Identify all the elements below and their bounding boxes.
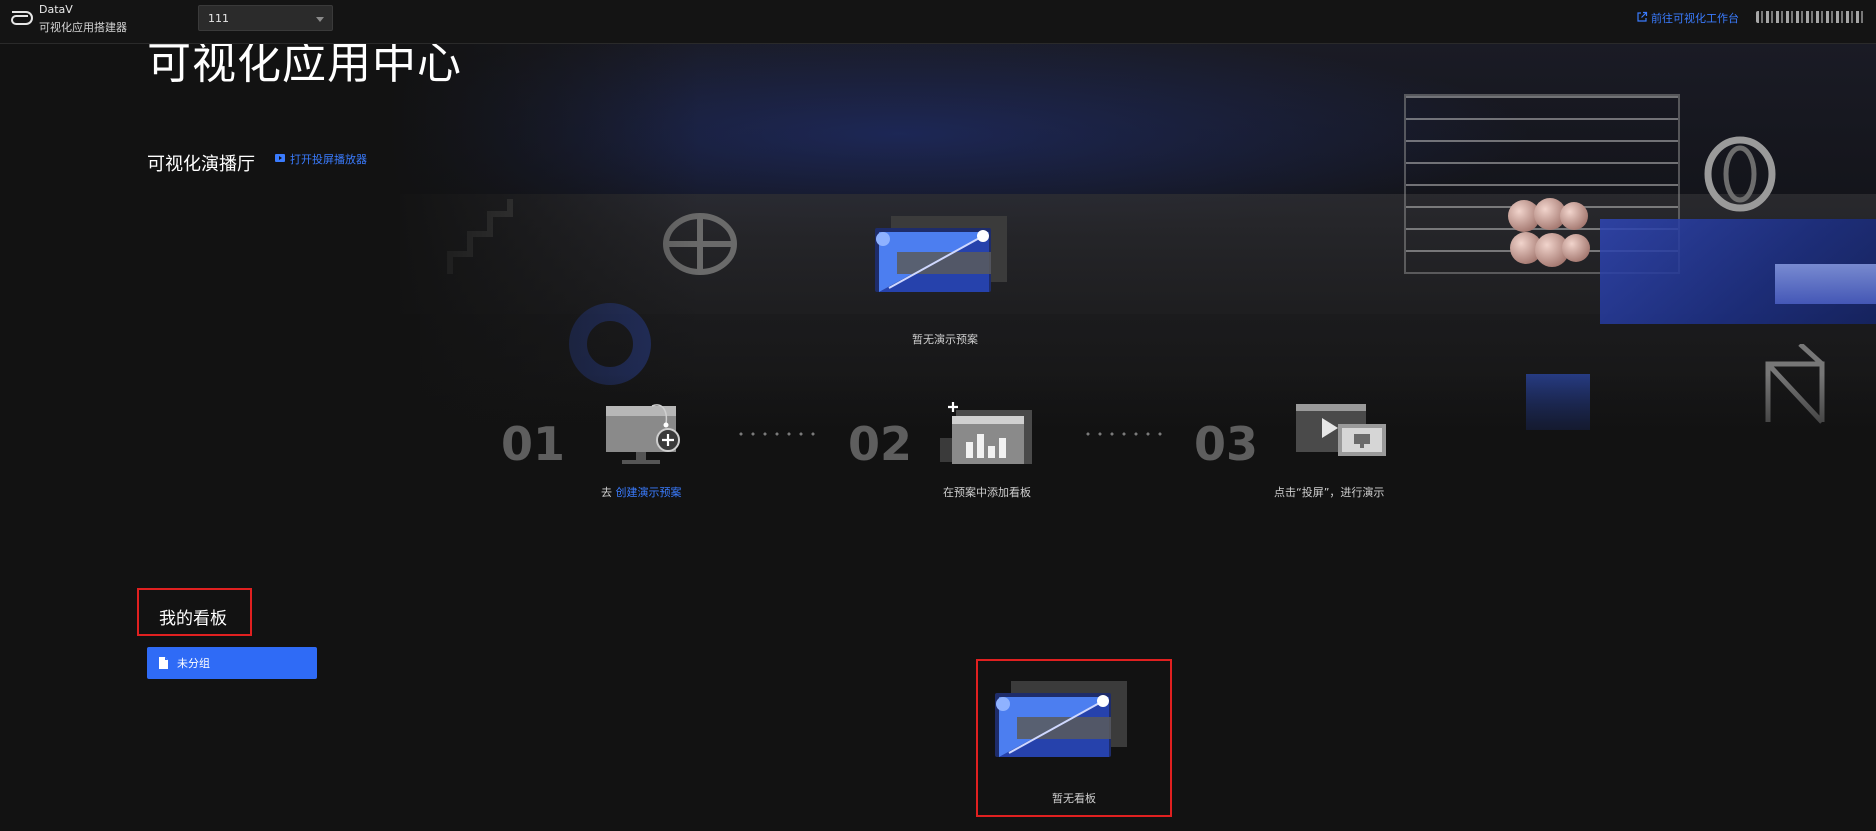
kanban-empty-text: 暂无看板 [1052,792,1096,805]
banner-bottom-fade [0,374,1876,474]
workspace-select[interactable]: 111 [198,5,333,31]
ungrouped-group-button[interactable]: 未分组 [147,647,317,679]
chevron-down-icon [316,17,324,22]
file-icon [159,657,168,669]
create-plan-link[interactable]: 创建演示预案 [616,486,682,499]
empty-presentation-illustration-icon [875,216,1007,292]
empty-board-illustration-icon [995,681,1127,757]
hall-empty-text: 暂无演示预案 [912,333,978,346]
step-3-text: 点击“投屏”，进行演示 [1274,486,1385,499]
open-player-label: 打开投屏播放器 [290,153,367,166]
cast-screen-icon [1296,404,1386,456]
step-1-number: 01 [501,417,566,471]
step-connector-2 [1082,432,1166,436]
step-2-number: 02 [848,417,913,471]
top-bar: DataV 可视化应用搭建器 111 前往可视化工作台 [0,0,1876,44]
play-screen-icon [275,154,285,162]
brand-subtitle: 可视化应用搭建器 [39,21,127,34]
user-account-obscured[interactable] [1756,11,1866,23]
step-connector-1 [735,432,819,436]
decorative-blue-bar [1775,264,1876,304]
decorative-spheres-icon [1508,198,1590,267]
empty-board-highlight: 暂无看板 [976,659,1172,817]
my-kanban-title: 我的看板 [159,609,227,629]
workspace-link-label: 前往可视化工作台 [1651,12,1739,25]
step-2-text: 在预案中添加看板 [943,486,1031,499]
hall-title: 可视化演播厅 [147,154,255,175]
add-dashboard-chart-icon [940,402,1032,464]
datav-logo-icon [11,11,33,25]
step-1-prefix: 去 [601,486,616,499]
step-1-text: 去 创建演示预案 [601,484,682,500]
my-kanban-section: 我的看板 [137,588,252,636]
step-3-number: 03 [1194,417,1259,471]
workspace-select-value: 111 [208,12,229,25]
brand-name: DataV [39,3,73,16]
create-plan-monitor-icon [606,404,680,464]
ungrouped-group-label: 未分组 [177,657,210,670]
external-link-icon [1637,11,1648,22]
page-title: 可视化应用中心 [147,38,462,89]
decorative-ring-icon [1704,136,1776,212]
app-root: DataV 可视化应用搭建器 111 前往可视化工作台 可视化应用中心 可视化演… [0,0,1876,831]
